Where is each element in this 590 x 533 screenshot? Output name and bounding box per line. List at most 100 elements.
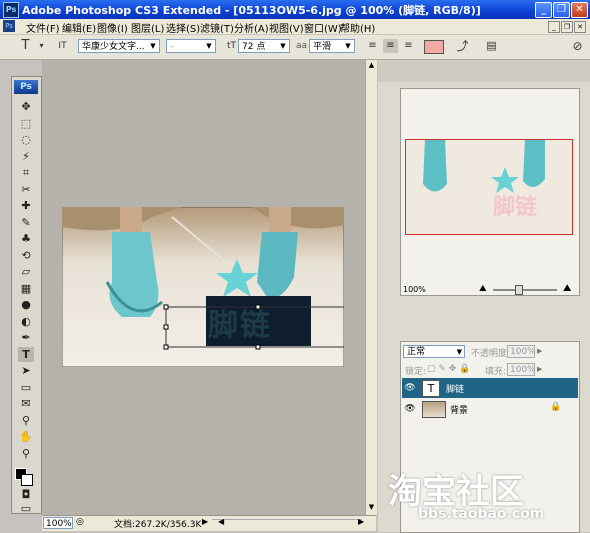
font-style-select[interactable]: - ▼ xyxy=(166,39,216,53)
navigator-panel: 脚链 100% ⛰ ⛰ xyxy=(400,88,580,296)
gradient-icon[interactable]: ▦ xyxy=(18,281,34,296)
menu-view[interactable]: 视图(V) xyxy=(269,20,304,35)
align-left-icon[interactable]: ≡ xyxy=(365,39,380,53)
scroll-up-icon[interactable]: ▲ xyxy=(367,61,376,70)
layer-thumb-text: T xyxy=(422,380,440,397)
eraser-icon[interactable]: ▱ xyxy=(18,264,34,279)
chevron-down-icon: ▼ xyxy=(150,42,156,50)
close-icon[interactable]: ✕ xyxy=(571,2,588,18)
scroll-down-icon[interactable]: ▼ xyxy=(367,503,376,512)
zoom-in-icon[interactable]: ⛰ xyxy=(563,283,571,294)
menu-select[interactable]: 选择(S) xyxy=(166,20,200,35)
opacity-field[interactable]: 100% xyxy=(507,345,536,358)
menu-image[interactable]: 图像(I) xyxy=(97,20,128,35)
document-image[interactable] xyxy=(62,207,344,367)
status-icon[interactable]: ◎ xyxy=(76,517,84,527)
hand-icon[interactable]: ✋ xyxy=(18,429,34,444)
vertical-scrollbar[interactable]: ▲ ▼ xyxy=(365,60,377,515)
background-color-swatch[interactable] xyxy=(21,474,33,486)
app-icon: Ps xyxy=(3,2,19,18)
palettes-icon[interactable]: ▤ xyxy=(484,39,499,53)
photoshop-logo: Ps xyxy=(14,80,38,94)
cancel-icon[interactable]: ⊘ xyxy=(570,39,585,53)
stamp-icon[interactable]: ♣ xyxy=(18,231,34,246)
screen-mode-icon[interactable]: ▭ xyxy=(18,501,34,516)
status-menu-arrow-icon[interactable]: ▶ xyxy=(202,517,208,526)
visibility-eye-icon[interactable]: 👁 xyxy=(404,403,416,415)
font-family-select[interactable]: 华康少女文字... ▼ xyxy=(78,39,160,53)
quick-mask-icon[interactable]: ◘ xyxy=(18,487,34,502)
brush-icon[interactable]: ✎ xyxy=(18,215,34,230)
slice-icon[interactable]: ✂ xyxy=(18,182,34,197)
text-color-swatch[interactable] xyxy=(424,40,444,54)
scroll-right-icon[interactable]: ▶ xyxy=(358,517,364,526)
menu-edit[interactable]: 编辑(E) xyxy=(62,20,96,35)
blur-icon[interactable]: ● xyxy=(18,297,34,312)
layer-row-background[interactable]: 👁 背景 🔒 xyxy=(402,399,578,419)
zoom-field[interactable]: 100% xyxy=(43,517,73,529)
history-brush-icon[interactable]: ⟲ xyxy=(18,248,34,263)
lock-label: 锁定: xyxy=(405,367,427,377)
magic-wand-icon[interactable]: ⚡ xyxy=(18,149,34,164)
doc-close-icon[interactable]: ✕ xyxy=(574,21,586,33)
layer-row-text[interactable]: 👁 T 脚链 xyxy=(402,378,578,398)
menu-bar: Ps 文件(F) 编辑(E) 图像(I) 图层(L) 选择(S) 滤镜(T) 分… xyxy=(0,19,590,35)
dodge-icon[interactable]: ◐ xyxy=(18,314,34,329)
lock-icons[interactable]: ▢ ✎ ✥ 🔒 xyxy=(427,364,470,374)
tool-preset-arrow-icon[interactable]: ▾ xyxy=(34,39,49,53)
navigator-zoom[interactable]: 100% xyxy=(403,285,426,294)
horizontal-scrollbar[interactable] xyxy=(212,519,362,529)
zoom-icon[interactable]: ⚲ xyxy=(18,446,34,461)
opacity-arrow-icon[interactable]: ▶ xyxy=(537,347,542,355)
zoom-out-icon[interactable]: ⛰ xyxy=(479,284,487,294)
window-title: Adobe Photoshop CS3 Extended - [05113OW5… xyxy=(22,4,481,17)
menu-filter[interactable]: 滤镜(T) xyxy=(200,20,234,35)
doc-minimize-icon[interactable]: _ xyxy=(548,21,560,33)
blend-mode-select[interactable]: 正常 ▼ xyxy=(403,345,465,358)
doc-icon[interactable]: Ps xyxy=(3,20,15,32)
pen-icon[interactable]: ✒ xyxy=(18,330,34,345)
scroll-left-icon[interactable]: ◀ xyxy=(218,517,224,526)
move-icon[interactable]: ✥ xyxy=(18,99,34,114)
path-select-icon[interactable]: ➤ xyxy=(18,363,34,378)
align-center-icon[interactable]: ≡ xyxy=(383,39,398,53)
font-size-value: 72 点 xyxy=(242,42,266,52)
crop-icon[interactable]: ⌗ xyxy=(18,165,34,180)
notes-icon[interactable]: ✉ xyxy=(18,396,34,411)
menu-help[interactable]: 帮助(H) xyxy=(340,20,375,35)
menu-analysis[interactable]: 分析(A) xyxy=(234,20,269,35)
layer-name[interactable]: 脚链 xyxy=(446,382,464,395)
font-size-select[interactable]: 72 点 ▼ xyxy=(238,39,290,53)
zoom-slider[interactable] xyxy=(493,289,557,291)
warp-text-icon[interactable]: ⤴ xyxy=(455,39,470,53)
chevron-down-icon: ▼ xyxy=(345,42,351,50)
restore-icon[interactable]: ❐ xyxy=(553,2,570,18)
align-right-icon[interactable]: ≡ xyxy=(401,39,416,53)
text-layer-content[interactable]: 脚链 xyxy=(208,300,272,344)
fill-arrow-icon[interactable]: ▶ xyxy=(537,365,542,373)
doc-restore-icon[interactable]: ❐ xyxy=(561,21,573,33)
menu-file[interactable]: 文件(F) xyxy=(26,20,60,35)
anti-alias-select[interactable]: 平滑 ▼ xyxy=(309,39,355,53)
visibility-eye-icon[interactable]: 👁 xyxy=(404,382,416,394)
doc-info[interactable]: 文档:267.2K/356.3K xyxy=(114,517,201,530)
eyedropper-icon[interactable]: ⚲ xyxy=(18,413,34,428)
marquee-icon[interactable]: ⬚ xyxy=(18,116,34,131)
menu-window[interactable]: 窗口(W) xyxy=(304,20,342,35)
healing-icon[interactable]: ✚ xyxy=(18,198,34,213)
font-family-value: 华康少女文字... xyxy=(82,42,145,52)
lasso-icon[interactable]: ◌ xyxy=(18,132,34,147)
menu-layer[interactable]: 图层(L) xyxy=(131,20,164,35)
minimize-icon[interactable]: _ xyxy=(535,2,552,18)
blend-mode-value: 正常 xyxy=(407,347,426,357)
zoom-slider-thumb[interactable] xyxy=(515,285,523,295)
navigator-thumbnail[interactable] xyxy=(405,139,573,235)
type-icon[interactable]: T xyxy=(18,346,34,362)
fill-field[interactable]: 100% xyxy=(507,363,536,376)
shape-icon[interactable]: ▭ xyxy=(18,380,34,395)
layer-name[interactable]: 背景 xyxy=(450,403,468,416)
type-tool-preset-icon[interactable]: T xyxy=(18,39,33,53)
toolbox: Ps ◘ ▭ ✥ ⬚ ◌ ⚡ ⌗ ✂ ✚ ✎ ♣ ⟲ ▱ ▦ ● ◐ ✒ T ➤ ▭ ✉ ⚲ ✋ ⚲ xyxy=(11,76,42,516)
anti-alias-value: 平滑 xyxy=(313,42,332,52)
orientation-icon[interactable]: IT xyxy=(55,39,70,53)
